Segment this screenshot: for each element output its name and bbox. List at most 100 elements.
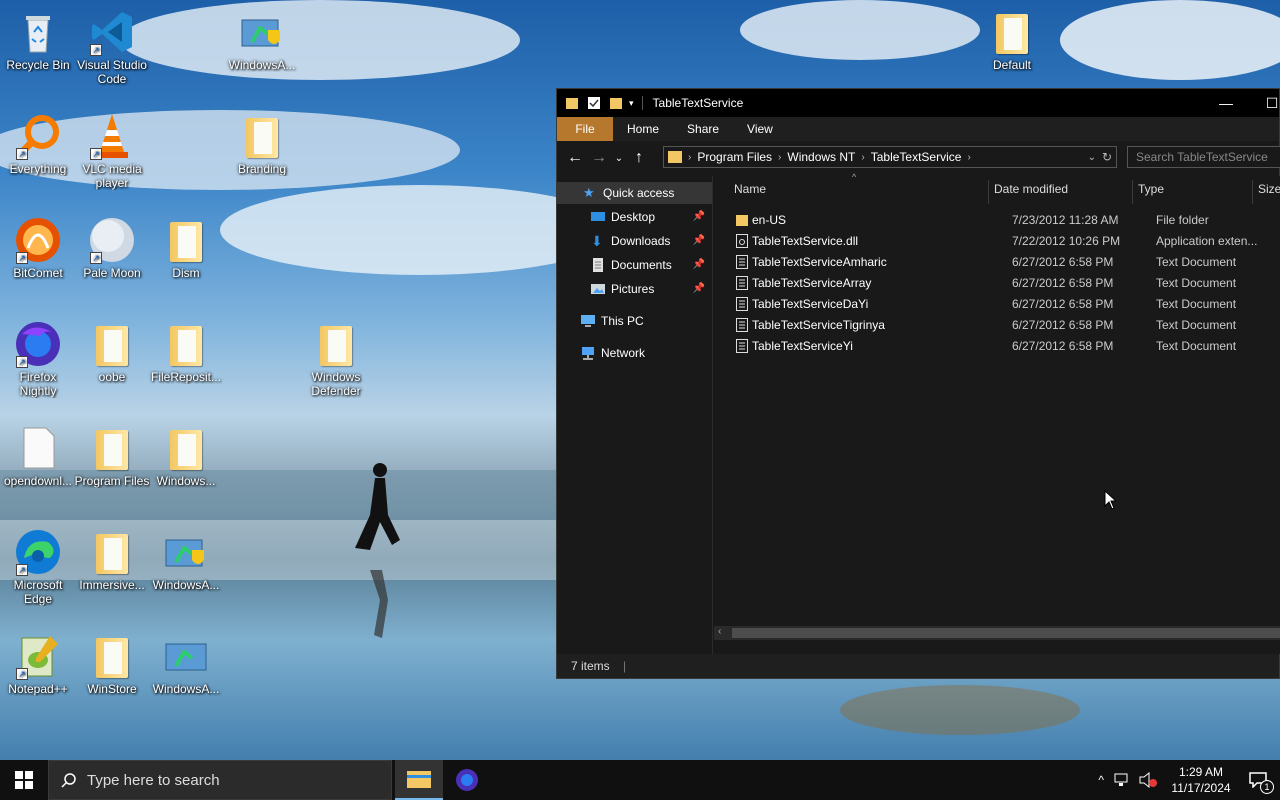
desktop-icon-winstore[interactable]: WinStore [74, 632, 150, 696]
desktop-icon-edge[interactable]: ↗ Microsoft Edge [0, 528, 76, 606]
taskbar-file-explorer[interactable] [395, 760, 443, 800]
desktop-icon-everything[interactable]: ↗ Everything [0, 112, 76, 176]
action-center-button[interactable]: 1 [1236, 760, 1280, 800]
file-row[interactable]: TableTextServiceDaYi 6/27/2012 6:58 PM T… [732, 294, 1272, 315]
title-bar[interactable]: ▾ TableTextService — ☐ [557, 89, 1279, 117]
file-row[interactable]: TableTextServiceYi 6/27/2012 6:58 PM Tex… [732, 336, 1272, 357]
desktop-icon-vlc[interactable]: ↗ VLC media player [74, 112, 150, 190]
desktop-icon-filerepository[interactable]: FileReposit... [148, 320, 224, 384]
file-name: TableTextService.dll [752, 234, 859, 248]
desktop-icon-notepadpp[interactable]: ↗ Notepad++ [0, 632, 76, 696]
recent-locations-chevron-icon[interactable]: ⌄ [611, 153, 627, 164]
file-row[interactable]: TableTextServiceAmharic 6/27/2012 6:58 P… [732, 252, 1272, 273]
column-divider[interactable] [1132, 180, 1133, 204]
start-button[interactable] [0, 760, 48, 800]
vlc-cone-icon: ↗ [88, 112, 136, 160]
file-date: 6/27/2012 6:58 PM [1012, 339, 1114, 353]
show-hidden-icons-chevron-icon[interactable]: ^ [1098, 773, 1104, 787]
volume-muted-icon[interactable] [1138, 772, 1158, 788]
column-header-type[interactable]: Type [1138, 182, 1164, 200]
desktop-icon-pale-moon[interactable]: ↗ Pale Moon [74, 216, 150, 280]
scroll-left-icon[interactable]: ‹ [718, 626, 721, 637]
column-header-name[interactable]: Name [734, 182, 766, 200]
desktop-icon-opendownload[interactable]: opendownl... [0, 424, 76, 488]
address-dropdown-icon[interactable]: ⌄ [1088, 152, 1096, 163]
forward-arrow-icon[interactable]: → [587, 149, 611, 167]
pin-icon[interactable]: 📌 [693, 206, 705, 228]
tab-share[interactable]: Share [673, 117, 733, 141]
column-header-date-modified[interactable]: Date modified [994, 182, 1068, 200]
column-divider[interactable] [988, 180, 989, 204]
text-file-icon [736, 339, 748, 353]
column-divider[interactable] [1252, 180, 1253, 204]
refresh-icon[interactable]: ↻ [1102, 150, 1112, 164]
file-name: TableTextServiceDaYi [752, 297, 869, 311]
desktop-icon-immersive[interactable]: Immersive... [74, 528, 150, 592]
nav-item-downloads[interactable]: ⬇ Downloads 📌 [591, 230, 711, 252]
desktop-icon-program-files[interactable]: Program Files [74, 424, 150, 488]
nav-item-documents[interactable]: Documents 📌 [591, 254, 711, 276]
desktop-icon-dism[interactable]: Dism [148, 216, 224, 280]
file-name: TableTextServiceArray [752, 276, 872, 290]
search-input[interactable]: Search TableTextService [1127, 146, 1280, 168]
file-explorer-window[interactable]: ▾ TableTextService — ☐ File Home Share V… [556, 88, 1280, 679]
pale-moon-icon: ↗ [88, 216, 136, 264]
quick-access-dropdown-icon[interactable]: ▾ [629, 98, 634, 109]
desktop-icon-oobe[interactable]: oobe [74, 320, 150, 384]
folder-icon [312, 320, 360, 368]
file-row[interactable]: TableTextService.dll 7/22/2012 10:26 PM … [732, 231, 1272, 252]
address-bar[interactable]: › Program Files › Windows NT › TableText… [663, 146, 1117, 168]
folder-icon [238, 112, 286, 160]
tab-file[interactable]: File [557, 117, 613, 141]
file-row[interactable]: TableTextServiceTigrinya 6/27/2012 6:58 … [732, 315, 1272, 336]
nav-item-quick-access[interactable]: ★ Quick access [557, 182, 712, 204]
desktop-icon-bitcomet[interactable]: ↗ BitComet [0, 216, 76, 280]
nav-item-this-pc[interactable]: This PC [581, 310, 711, 332]
folder-icon [162, 320, 210, 368]
tab-view[interactable]: View [733, 117, 787, 141]
desktop-icon-windows-defender[interactable]: Windows Defender [298, 320, 374, 398]
column-header-size[interactable]: Size [1258, 182, 1280, 200]
desktop-icon-windows-folder[interactable]: Windows... [148, 424, 224, 488]
minimize-button[interactable]: — [1203, 89, 1249, 117]
download-arrow-icon: ⬇ [591, 233, 603, 249]
back-arrow-icon[interactable]: ← [563, 149, 587, 167]
desktop-icon-firefox-nightly[interactable]: ↗ Firefox Nightly [0, 320, 76, 398]
taskbar-search-box[interactable]: Type here to search [48, 760, 392, 800]
nav-item-pictures[interactable]: Pictures 📌 [591, 278, 711, 300]
shortcut-arrow-icon: ↗ [16, 668, 28, 680]
pin-icon[interactable]: 📌 [693, 278, 705, 300]
clock[interactable]: 1:29 AM 11/17/2024 [1166, 764, 1236, 796]
desktop-icon-recycle-bin[interactable]: Recycle Bin [0, 8, 76, 72]
shortcut-arrow-icon: ↗ [90, 148, 102, 160]
desktop-icon-branding[interactable]: Branding [224, 112, 300, 176]
desktop-icon-default[interactable]: Default [974, 8, 1050, 72]
breadcrumb-windows-nt[interactable]: Windows NT [781, 150, 861, 164]
scrollbar-thumb[interactable] [732, 628, 1280, 638]
properties-checkbox-icon[interactable] [587, 96, 601, 110]
nav-item-desktop[interactable]: Desktop 📌 [591, 206, 711, 228]
breadcrumb-tabletextservice[interactable]: TableTextService [865, 150, 968, 164]
network-disconnected-icon[interactable] [1114, 773, 1132, 787]
file-row[interactable]: TableTextServiceArray 6/27/2012 6:58 PM … [732, 273, 1272, 294]
desktop-icon-windowsa-1[interactable]: WindowsA... [224, 8, 300, 72]
status-divider: | [623, 659, 627, 673]
file-row[interactable]: en-US 7/23/2012 11:28 AM File folder [732, 210, 1272, 231]
nav-item-network[interactable]: Network [581, 342, 711, 364]
horizontal-scrollbar[interactable]: ‹ [714, 626, 1280, 640]
pin-icon[interactable]: 📌 [693, 254, 705, 276]
shortcut-arrow-icon: ↗ [16, 148, 28, 160]
breadcrumb-separator-icon[interactable]: › [967, 152, 970, 163]
clock-time: 1:29 AM [1178, 765, 1224, 779]
text-file-icon [736, 276, 748, 290]
tab-home[interactable]: Home [613, 117, 673, 141]
breadcrumb-program-files[interactable]: Program Files [691, 150, 778, 164]
desktop-icon-windowsa-3[interactable]: WindowsA... [148, 632, 224, 696]
taskbar-firefox-nightly[interactable] [443, 760, 491, 800]
maximize-button[interactable]: ☐ [1249, 89, 1280, 117]
up-arrow-icon[interactable]: ↑ [627, 149, 651, 167]
desktop-icon-vscode[interactable]: ↗ Visual Studio Code [74, 8, 150, 86]
new-folder-icon[interactable] [609, 96, 623, 110]
pin-icon[interactable]: 📌 [693, 230, 705, 252]
desktop-icon-windowsa-2[interactable]: WindowsA... [148, 528, 224, 592]
